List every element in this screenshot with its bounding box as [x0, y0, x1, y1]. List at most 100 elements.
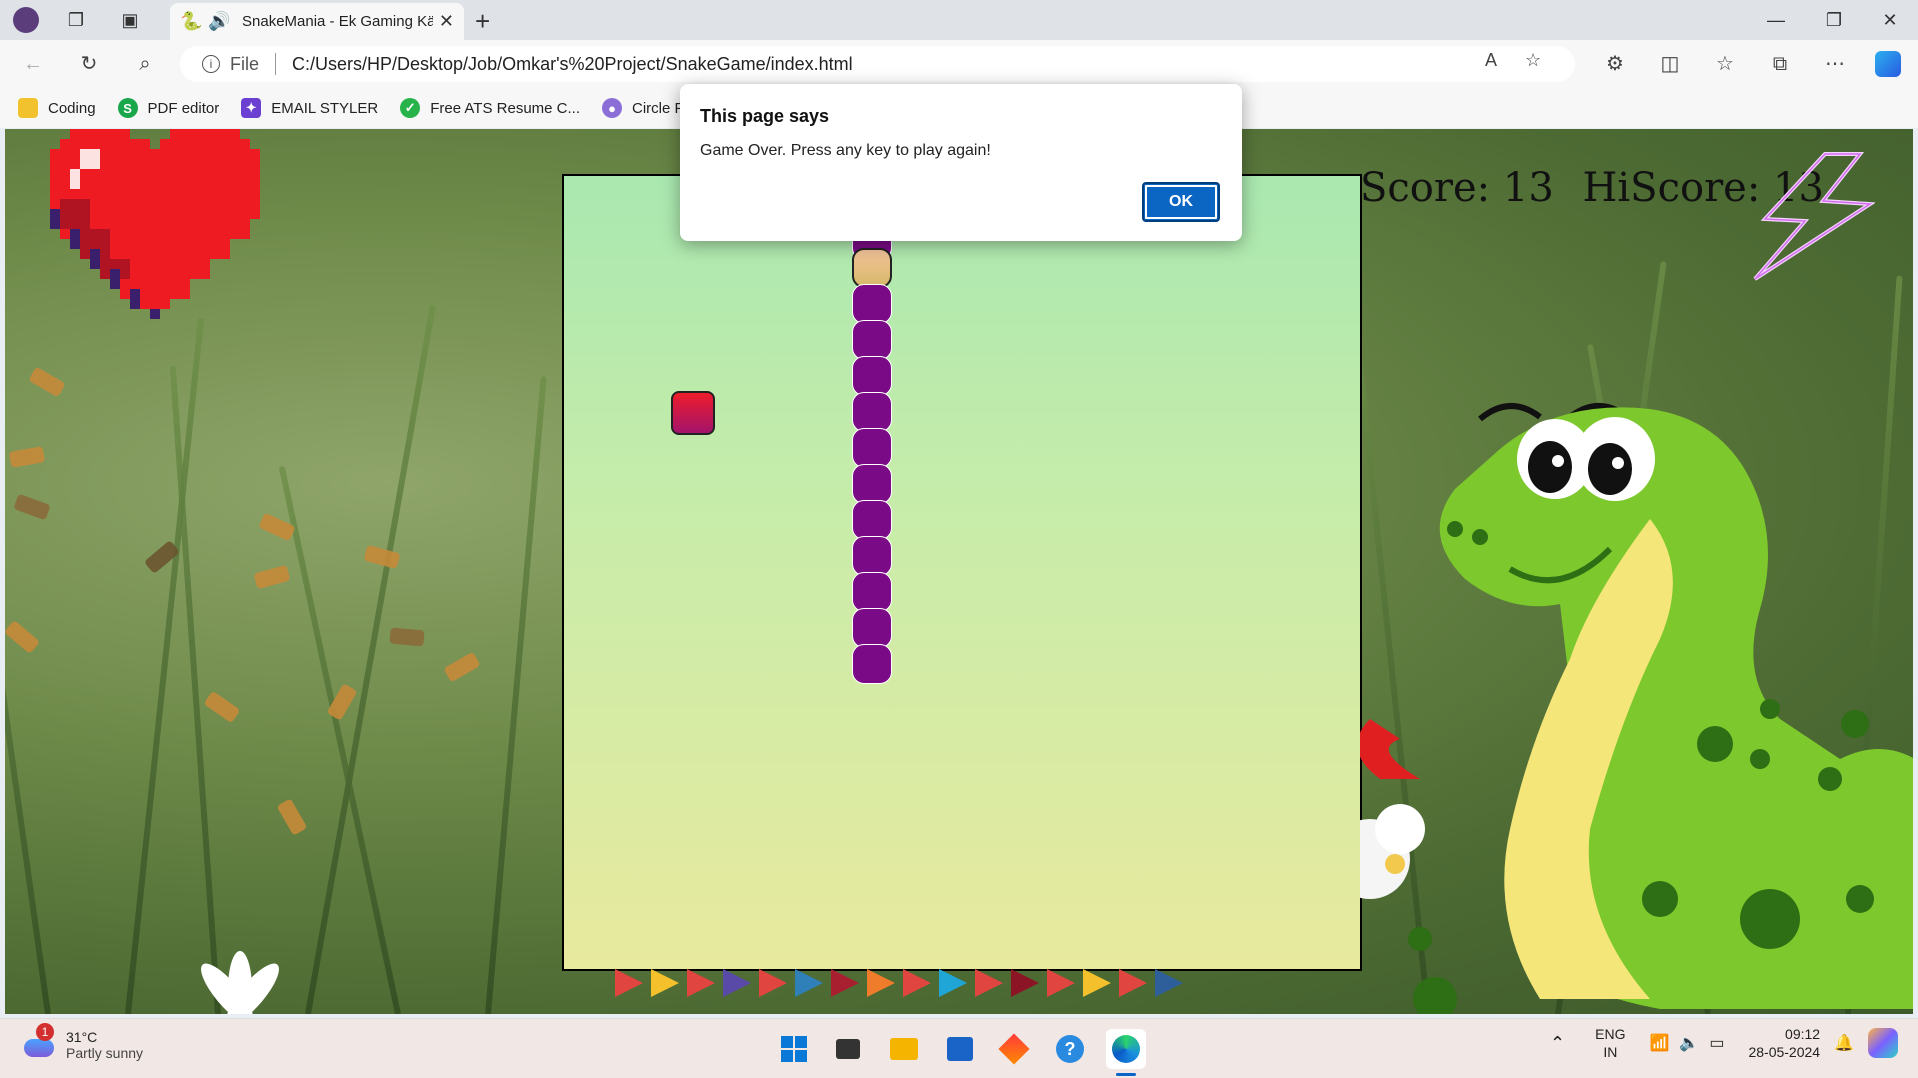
leaf	[443, 651, 481, 683]
task-view-icon[interactable]	[828, 1029, 868, 1069]
flag	[615, 969, 643, 997]
flag	[939, 969, 967, 997]
snake-segment	[852, 392, 892, 432]
url-scheme: File	[230, 53, 260, 74]
favorite-star-icon[interactable]: ☆	[1525, 50, 1541, 71]
copilot-tray-icon[interactable]	[1868, 1028, 1898, 1058]
favorites-icon[interactable]: ☆	[1710, 50, 1740, 78]
workspaces-icon[interactable]: ❐	[62, 6, 90, 34]
lang-top: ENG	[1595, 1026, 1626, 1042]
back-icon[interactable]: ←	[18, 50, 48, 78]
game-page: Score: 13 HiScore: 13	[5, 129, 1913, 1014]
read-aloud-icon[interactable]: A	[1485, 50, 1497, 71]
file-explorer-icon[interactable]	[884, 1029, 924, 1069]
get-help-icon[interactable]: ?	[1050, 1029, 1090, 1069]
system-tray: ⌃ ENG IN 📶 🔈 ▭ 09:12 28-05-2024 🔔	[1550, 1025, 1898, 1061]
lightning-icon	[1753, 152, 1875, 281]
flag	[975, 969, 1003, 997]
bookmark-ats-resume[interactable]: ✓ Free ATS Resume C...	[400, 98, 580, 118]
clock[interactable]: 09:12 28-05-2024	[1748, 1025, 1820, 1061]
vertical-tabs-icon[interactable]: ▣	[116, 6, 144, 34]
flag	[903, 969, 931, 997]
bookmark-coding[interactable]: Coding	[18, 98, 96, 118]
search-icon[interactable]: ⌕	[130, 50, 160, 78]
temperature: 31°C	[66, 1029, 98, 1045]
bookmark-label: Free ATS Resume C...	[430, 99, 580, 117]
score-label: Score: 13	[1360, 165, 1554, 211]
snake-segment	[852, 284, 892, 324]
minimize-icon[interactable]: —	[1756, 6, 1796, 34]
active-app-indicator	[1116, 1073, 1136, 1076]
flag	[831, 969, 859, 997]
email-styler-icon: ✦	[241, 98, 262, 118]
url-text[interactable]: C:/Users/HP/Desktop/Job/Omkar's%20Projec…	[292, 54, 853, 75]
flag	[1155, 969, 1183, 997]
ats-resume-icon: ✓	[400, 98, 421, 118]
grass-blade	[169, 365, 221, 1014]
more-menu-icon[interactable]: ⋯	[1820, 50, 1850, 78]
active-tab[interactable]: 🐍 🔊 SnakeMania - Ek Gaming Kä ✕	[170, 3, 464, 40]
snake-segment	[852, 644, 892, 684]
flag	[687, 969, 715, 997]
leaf	[363, 544, 401, 570]
close-tab-icon[interactable]: ✕	[439, 11, 454, 32]
collections-icon[interactable]: ⧉	[1765, 50, 1795, 78]
copilot-icon[interactable]	[1875, 50, 1905, 78]
app-diamond-icon[interactable]	[994, 1029, 1034, 1069]
tab-bar: ❐ ▣ 🐍 🔊 SnakeMania - Ek Gaming Kä ✕ + — …	[0, 0, 1918, 40]
snake-segment	[852, 428, 892, 468]
snake-segment	[852, 536, 892, 576]
site-info-icon[interactable]: i	[202, 55, 220, 73]
dialog-title: This page says	[700, 106, 830, 126]
language-indicator[interactable]: ENG IN	[1595, 1025, 1625, 1061]
leaf	[203, 690, 241, 724]
bookmark-label: Coding	[48, 99, 96, 117]
weather-widget[interactable]: 1 31°C Partly sunny	[20, 1023, 143, 1063]
tab-title: SnakeMania - Ek Gaming Kä	[242, 13, 433, 30]
food-block	[671, 391, 715, 435]
snake-favicon-icon: 🐍	[180, 10, 203, 31]
split-screen-icon[interactable]: ◫	[1655, 50, 1685, 78]
navigation-bar: ← ↻ ⌕ i File C:/Users/HP/Desktop/Job/Omk…	[0, 40, 1918, 88]
flag	[867, 969, 895, 997]
battery-icon[interactable]: ▭	[1709, 1033, 1724, 1053]
leaf	[276, 798, 308, 836]
edge-browser-icon[interactable]	[1106, 1029, 1146, 1069]
folder-icon	[18, 98, 38, 118]
windows-start-icon[interactable]	[774, 1029, 814, 1069]
bookmark-pdf-editor[interactable]: S PDF editor	[117, 98, 219, 118]
snake-segment	[852, 356, 892, 396]
chevron-up-icon[interactable]: ⌃	[1550, 1033, 1565, 1054]
bookmark-email-styler[interactable]: ✦ EMAIL STYLER	[241, 98, 378, 118]
lang-bottom: IN	[1603, 1044, 1618, 1060]
flag	[795, 969, 823, 997]
volume-icon[interactable]: 🔈	[1679, 1033, 1699, 1053]
weather-icon: 1	[20, 1023, 56, 1063]
restore-icon[interactable]: ❐	[1814, 6, 1854, 34]
grass-blade	[278, 465, 401, 1014]
snake-segment	[852, 608, 892, 648]
snake-segment	[852, 464, 892, 504]
leaf	[389, 627, 425, 647]
notification-bell-icon[interactable]: 🔔	[1834, 1033, 1854, 1053]
flag	[759, 969, 787, 997]
pdf-editor-icon: S	[117, 98, 138, 118]
profile-avatar-icon[interactable]	[12, 6, 40, 34]
circle-profile-icon: ●	[602, 98, 622, 118]
microsoft-store-icon[interactable]	[940, 1029, 980, 1069]
address-bar[interactable]: i File C:/Users/HP/Desktop/Job/Omkar's%2…	[180, 46, 1575, 82]
speaker-icon[interactable]: 🔊	[208, 11, 232, 32]
grass-blade	[485, 376, 547, 1014]
leaf	[8, 446, 46, 468]
wifi-icon[interactable]: 📶	[1649, 1033, 1669, 1053]
heart-icon	[50, 129, 260, 319]
new-tab-button[interactable]: +	[475, 6, 490, 37]
close-window-icon[interactable]: ✕	[1870, 6, 1910, 34]
ok-button[interactable]: OK	[1142, 182, 1220, 222]
game-board[interactable]	[562, 174, 1362, 971]
leaf	[253, 564, 291, 590]
flag	[1083, 969, 1111, 997]
extensions-icon[interactable]: ⚙	[1600, 50, 1630, 78]
refresh-icon[interactable]: ↻	[74, 50, 104, 78]
daisy-icon	[201, 951, 279, 1014]
